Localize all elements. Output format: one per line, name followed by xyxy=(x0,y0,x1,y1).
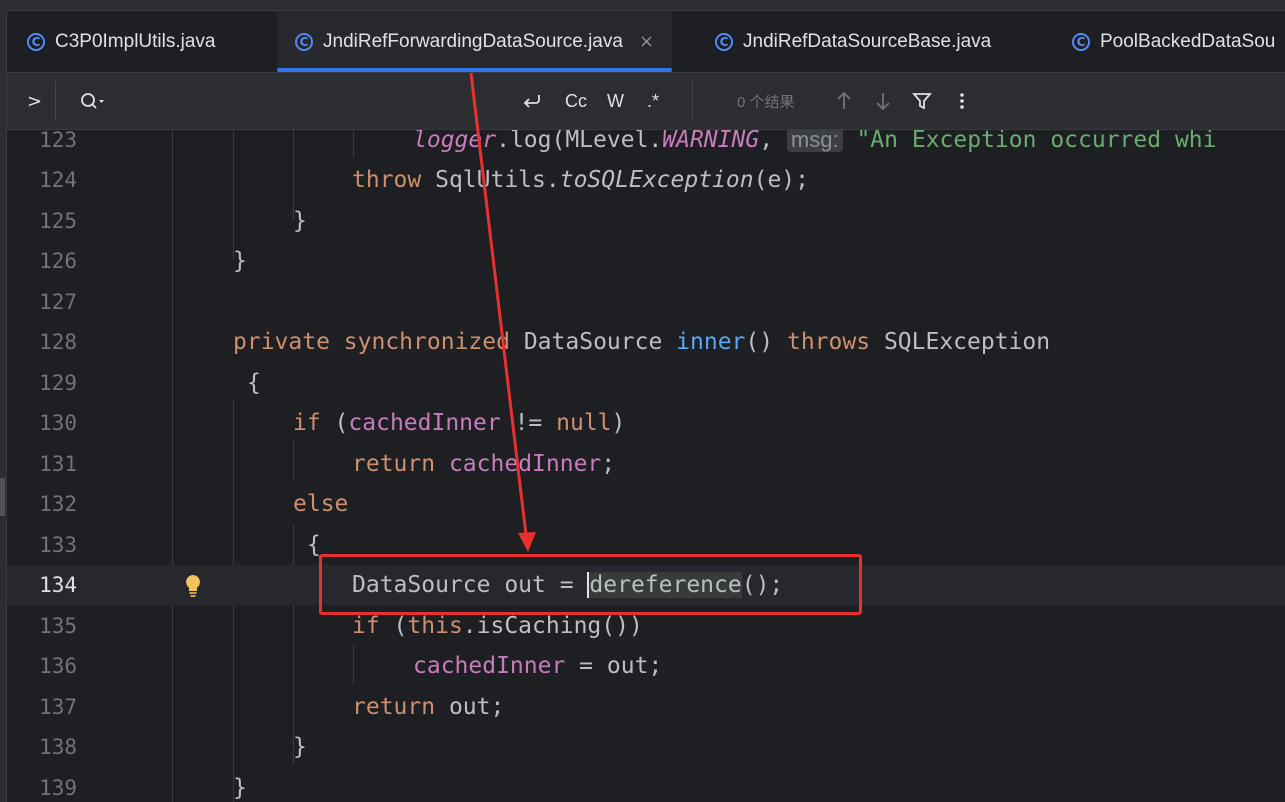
annotation-arrow xyxy=(469,72,536,552)
annotation-highlight-box xyxy=(319,554,862,615)
